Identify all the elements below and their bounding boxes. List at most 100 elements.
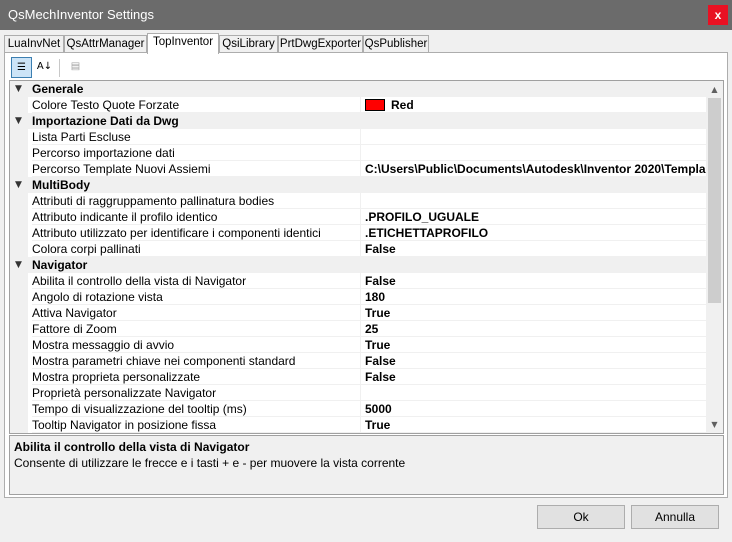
row-gutter (10, 161, 28, 177)
property-value[interactable]: .ETICHETTAPROFILO (360, 225, 708, 241)
collapse-caret-icon[interactable]: ▼ (15, 81, 22, 97)
property-value[interactable]: 5000 (360, 401, 708, 417)
row-gutter (10, 417, 28, 433)
property-value-text: True (365, 418, 391, 432)
property-value[interactable]: False (360, 369, 708, 385)
property-row[interactable]: Percorso Template Nuovi Assiemi C:\Users\… (10, 161, 708, 177)
property-name: Angolo di rotazione vista (32, 289, 360, 305)
property-row[interactable]: Mostra messaggio di avvio True (10, 337, 708, 353)
property-value[interactable] (360, 193, 708, 209)
property-value-text: True (365, 306, 391, 320)
property-value[interactable] (360, 145, 708, 161)
help-title: Abilita il controllo della vista di Navi… (14, 440, 250, 454)
property-row[interactable]: Angolo di rotazione vista 180 (10, 289, 708, 305)
property-row[interactable]: Lista Parti Escluse (10, 129, 708, 145)
property-row[interactable]: Mostra parametri chiave nei componenti s… (10, 353, 708, 369)
property-row[interactable]: Attiva Navigator True (10, 305, 708, 321)
property-row[interactable]: Attributi di raggruppamento pallinatura … (10, 193, 708, 209)
property-name: Percorso importazione dati (32, 145, 360, 161)
property-value-text: True (365, 338, 391, 352)
property-value-text: .ETICHETTAPROFILO (365, 226, 489, 240)
category-row[interactable]: ▼ Importazione Dati da Dwg (10, 113, 708, 129)
property-value[interactable] (360, 385, 708, 401)
property-value-text: 180 (365, 290, 386, 304)
tab-panel-topinventor: ☰ A↓ ▤ ▼ Generale Colore Testo Quote Forza… (4, 52, 728, 498)
scroll-up-icon[interactable]: ▲ (706, 81, 723, 98)
property-value[interactable]: 180 (360, 289, 708, 305)
row-gutter (10, 337, 28, 353)
tab-luainvnet[interactable]: LuaInvNet (4, 35, 64, 53)
property-value[interactable]: 25 (360, 321, 708, 337)
tab-topinventor[interactable]: TopInventor (147, 33, 219, 54)
category-row[interactable]: ▼ Generale (10, 81, 708, 97)
property-row[interactable]: Abilita il controllo della vista di Navi… (10, 273, 708, 289)
category-row[interactable]: ▼ MultiBody (10, 177, 708, 193)
property-name: Attributi di raggruppamento pallinatura … (32, 193, 360, 209)
property-name: Proprietà personalizzate Navigator (32, 385, 360, 401)
property-value[interactable]: .PROFILO_UGUALE (360, 209, 708, 225)
property-value-text: False (365, 354, 396, 368)
property-row[interactable]: Colore Testo Quote Forzate Red (10, 97, 708, 113)
close-button[interactable]: x (708, 5, 728, 25)
property-row[interactable]: Proprietà personalizzate Navigator (10, 385, 708, 401)
scroll-down-icon[interactable]: ▼ (706, 416, 723, 433)
category-row[interactable]: ▼ Navigator (10, 257, 708, 273)
alphabetical-icon[interactable]: A↓ (34, 57, 55, 78)
row-gutter (10, 401, 28, 417)
row-gutter (10, 97, 28, 113)
property-value-text: False (365, 274, 396, 288)
color-swatch (365, 99, 385, 111)
row-gutter (10, 209, 28, 225)
tab-prtdwgexporter[interactable]: PrtDwgExporter (278, 35, 363, 53)
vertical-scrollbar[interactable]: ▲ ▼ (706, 81, 723, 433)
categorized-icon[interactable]: ☰ (11, 57, 32, 78)
category-label: Generale (32, 82, 84, 96)
property-value-text: False (365, 370, 396, 384)
property-name: Fattore di Zoom (32, 321, 360, 337)
tab-qsattrmanager[interactable]: QsAttrManager (64, 35, 147, 53)
property-row[interactable]: Tempo di visualizzazione del tooltip (ms… (10, 401, 708, 417)
collapse-caret-icon[interactable]: ▼ (15, 257, 22, 273)
help-pane: Abilita il controllo della vista di Navi… (9, 435, 724, 495)
property-value[interactable]: Red (360, 97, 708, 113)
property-grid-toolbar: ☰ A↓ ▤ (9, 56, 723, 78)
property-value[interactable]: True (360, 337, 708, 353)
property-row[interactable]: Attributo utilizzato per identificare i … (10, 225, 708, 241)
ok-button[interactable]: Ok (537, 505, 625, 529)
title-bar: QsMechInventor Settings x (0, 0, 732, 30)
property-name: Colore Testo Quote Forzate (32, 97, 360, 113)
row-gutter (10, 129, 28, 145)
property-name: Mostra messaggio di avvio (32, 337, 360, 353)
property-value[interactable] (360, 129, 708, 145)
category-label: Importazione Dati da Dwg (32, 114, 179, 128)
property-value[interactable]: False (360, 273, 708, 289)
property-row[interactable]: Attributo indicante il profilo identico.… (10, 209, 708, 225)
tab-qspublisher[interactable]: QsPublisher (363, 35, 429, 53)
scrollbar-thumb[interactable] (708, 98, 721, 303)
property-value[interactable]: False (360, 353, 708, 369)
property-row[interactable]: Fattore di Zoom 25 (10, 321, 708, 337)
collapse-caret-icon[interactable]: ▼ (15, 177, 22, 193)
row-gutter (10, 225, 28, 241)
property-value-text: 25 (365, 322, 379, 336)
collapse-caret-icon[interactable]: ▼ (15, 113, 22, 129)
property-name: Attiva Navigator (32, 305, 360, 321)
property-value[interactable]: C:\Users\Public\Documents\Autodesk\Inven… (360, 161, 708, 177)
row-gutter (10, 305, 28, 321)
row-gutter (10, 273, 28, 289)
property-value-text: 5000 (365, 402, 392, 416)
row-gutter (10, 193, 28, 209)
property-row[interactable]: Percorso importazione dati (10, 145, 708, 161)
property-value-text: Red (391, 98, 414, 112)
property-grid-rows: ▼ Generale Colore Testo Quote Forzate Red ▼ I… (10, 81, 708, 433)
property-value[interactable]: True (360, 305, 708, 321)
tab-qsilibrary[interactable]: QsiLibrary (219, 35, 278, 53)
property-row[interactable]: Mostra proprieta personalizzate False (10, 369, 708, 385)
property-row[interactable]: Colora corpi pallinati False (10, 241, 708, 257)
property-value[interactable]: True (360, 417, 708, 433)
cancel-button[interactable]: Annulla (631, 505, 719, 529)
property-value-text: False (365, 242, 396, 256)
property-row[interactable]: Tooltip Navigator in posizione fissa True (10, 417, 708, 433)
row-gutter (10, 321, 28, 337)
property-value[interactable]: False (360, 241, 708, 257)
